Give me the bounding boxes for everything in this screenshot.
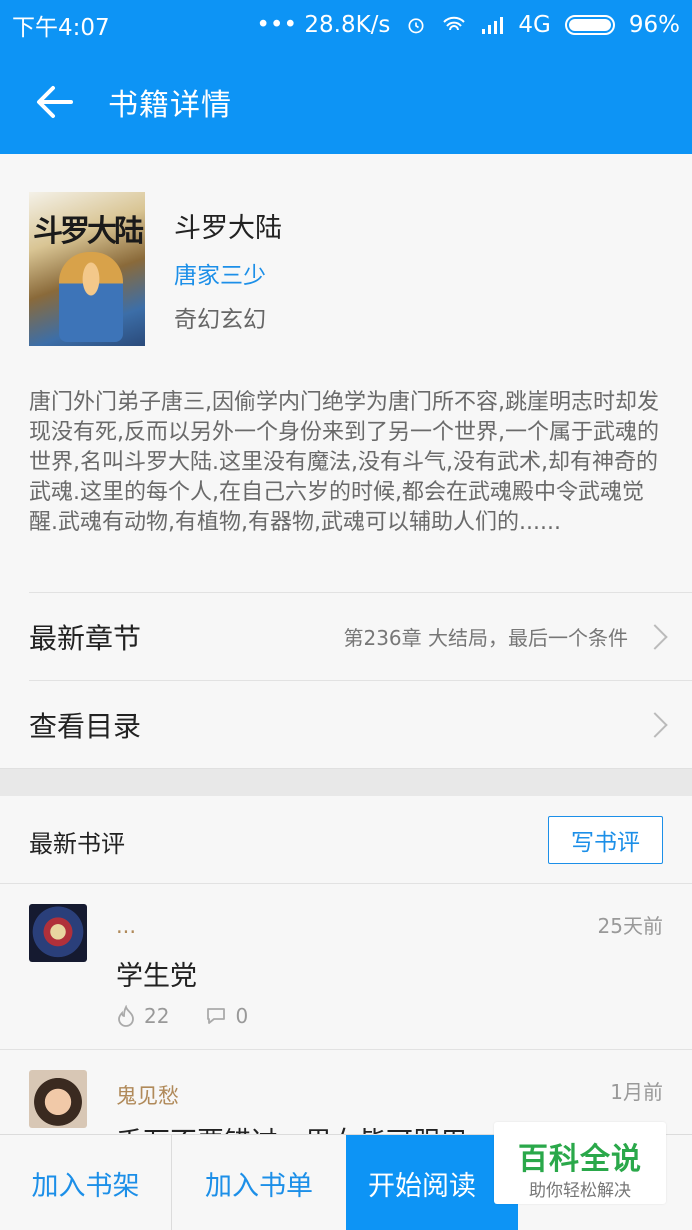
table-of-contents-label: 查看目录 — [29, 709, 142, 743]
network-type: 4G — [518, 12, 551, 38]
cover-figure — [59, 252, 123, 342]
book-name: 斗罗大陆 — [174, 213, 282, 244]
network-speed: ••• 28.8K/s — [256, 12, 391, 38]
book-description: 唐门外门弟子唐三,因偷学内门绝学为唐门所不容,跳崖明志时却发现没有死,反而以另外… — [29, 390, 659, 535]
avatar[interactable] — [29, 1070, 87, 1128]
chevron-right-icon — [646, 710, 664, 740]
start-reading-button[interactable]: 开始阅读 — [346, 1135, 518, 1230]
watermark-title: 百科全说 — [518, 1142, 642, 1177]
watermark-logo: 百科全说 助你轻松解决 — [494, 1122, 666, 1204]
latest-chapter-row[interactable]: 最新章节 第236章 大结局，最后一个条件 — [29, 592, 692, 680]
signal-icon — [482, 17, 504, 34]
add-to-shelf-button[interactable]: 加入书架 — [0, 1135, 172, 1230]
add-to-list-button[interactable]: 加入书单 — [172, 1135, 346, 1230]
alarm-icon — [408, 18, 424, 34]
reviews-title: 最新书评 — [29, 830, 125, 858]
latest-chapter-value: 第236章 大结局，最后一个条件 — [343, 626, 628, 650]
status-bar: 下午4:07 ••• 28.8K/s 4G 96% — [0, 0, 692, 50]
wifi-icon — [443, 16, 466, 31]
battery-level: 96% — [628, 12, 680, 38]
arrow-left-icon — [37, 86, 73, 118]
chevron-right-icon — [646, 622, 664, 652]
status-time: 下午4:07 — [12, 15, 110, 41]
review-stats: 22 0 — [116, 1004, 248, 1028]
like-icon[interactable] — [116, 1005, 136, 1027]
comment-count: 0 — [235, 1004, 249, 1028]
review-time: 1月前 — [610, 1080, 663, 1104]
section-divider — [0, 768, 692, 796]
review-username[interactable]: ... — [116, 914, 136, 938]
table-of-contents-row[interactable]: 查看目录 — [29, 680, 692, 768]
review-username[interactable]: 鬼见愁 — [116, 1080, 179, 1110]
cover-title: 斗罗大陆 — [33, 214, 144, 249]
status-indicators: ••• 28.8K/s 4G 96% — [256, 12, 680, 38]
latest-chapter-label: 最新章节 — [29, 621, 142, 655]
book-info: 斗罗大陆 斗罗大陆 唐家三少 奇幻玄幻 唐门外门弟子唐三,因偷学内门绝学为唐门所… — [0, 154, 692, 766]
write-review-button[interactable]: 写书评 — [548, 816, 663, 864]
review-time: 25天前 — [597, 914, 663, 938]
like-count: 22 — [144, 1004, 170, 1028]
app-header: 书籍详情 — [0, 50, 692, 154]
battery-icon — [564, 15, 615, 35]
comment-icon[interactable] — [205, 1006, 227, 1026]
review-text: 学生党 — [116, 961, 197, 992]
book-cover[interactable]: 斗罗大陆 — [29, 192, 145, 346]
avatar[interactable] — [29, 904, 87, 962]
watermark-subtitle: 助你轻松解决 — [529, 1181, 631, 1201]
page-title: 书籍详情 — [108, 88, 232, 123]
back-button[interactable] — [0, 50, 108, 154]
reviews-header: 最新书评 写书评 — [0, 796, 692, 884]
review-item[interactable]: ... 25天前 学生党 22 0 — [0, 884, 692, 1050]
book-author[interactable]: 唐家三少 — [174, 256, 266, 290]
book-category: 奇幻玄幻 — [174, 307, 266, 333]
